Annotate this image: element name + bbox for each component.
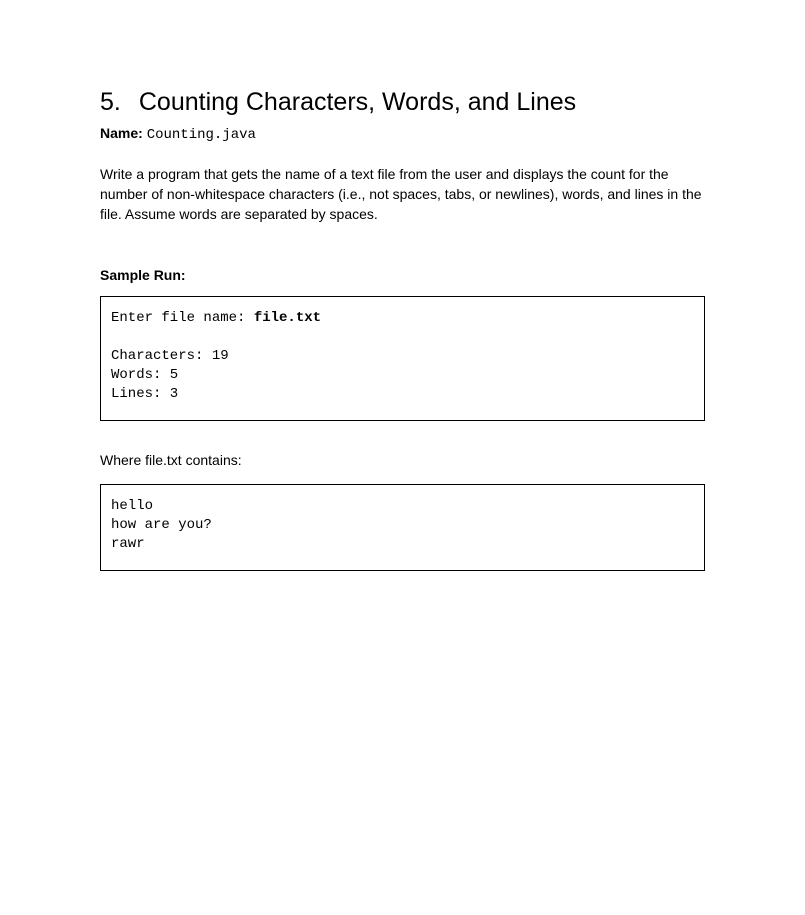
sample-run-line2: Words: 5 [111, 367, 178, 383]
section-heading: 5. Counting Characters, Words, and Lines [100, 85, 705, 120]
file-line3: rawr [111, 536, 145, 552]
name-label: Name: [100, 125, 143, 141]
file-line1: hello [111, 498, 153, 514]
sample-run-line1: Characters: 19 [111, 348, 229, 364]
section-number: 5. [100, 85, 121, 120]
sample-run-label: Sample Run: [100, 266, 705, 286]
file-contents-box: hello how are you? rawr [100, 484, 705, 571]
name-line: Name: Counting.java [100, 124, 705, 146]
sample-run-box: Enter file name: file.txt Characters: 19… [100, 296, 705, 420]
file-line2: how are you? [111, 517, 212, 533]
file-note: Where file.txt contains: [100, 451, 705, 471]
name-value: Counting.java [147, 127, 256, 143]
sample-run-line3: Lines: 3 [111, 386, 178, 402]
sample-run-prompt: Enter file name: [111, 310, 254, 326]
sample-run-input: file.txt [254, 310, 321, 326]
section-title: Counting Characters, Words, and Lines [139, 85, 576, 120]
problem-description: Write a program that gets the name of a … [100, 164, 705, 225]
